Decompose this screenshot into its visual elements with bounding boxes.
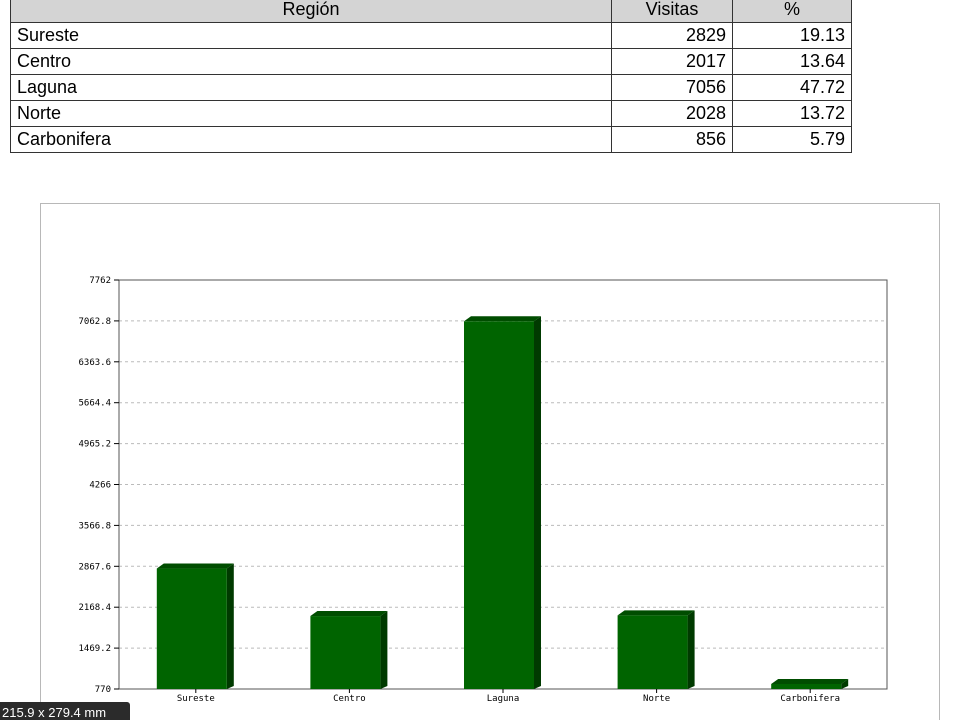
y-tick-label: 3566.8: [78, 521, 111, 531]
y-tick-label: 5664.4: [78, 399, 111, 409]
x-category-label: Laguna: [487, 694, 520, 704]
cell-percent: 13.64: [732, 48, 852, 75]
bar-top: [617, 610, 695, 616]
table-row: Centro 2017 13.64: [10, 48, 852, 75]
cell-region: Centro: [10, 48, 612, 75]
cell-visits: 7056: [611, 74, 733, 101]
bar: [771, 683, 842, 689]
header-percent: %: [732, 0, 852, 23]
bar: [464, 321, 534, 689]
table-row: Sureste 2829 19.13: [10, 22, 852, 49]
y-tick-label: 7762: [89, 276, 111, 286]
bar-sureste: [156, 563, 234, 689]
page: Región Visitas % Sureste 2829 19.13 Cent…: [0, 0, 960, 720]
x-category-label: Centro: [333, 694, 366, 704]
cell-region: Norte: [10, 100, 612, 127]
region-visits-table: Región Visitas % Sureste 2829 19.13 Cent…: [10, 0, 852, 153]
y-tick-label: 7062.8: [78, 317, 111, 327]
bar-laguna: [464, 316, 541, 689]
cell-region: Laguna: [10, 74, 612, 101]
bar-side: [226, 563, 234, 689]
y-tick-label: 1469.2: [78, 644, 111, 654]
y-tick-label: 4965.2: [78, 440, 111, 450]
x-category-label: Norte: [643, 694, 670, 704]
cell-visits: 856: [611, 126, 733, 153]
bar-top: [310, 611, 388, 617]
y-tick-label: 6363.6: [78, 358, 111, 368]
bar-top: [464, 316, 541, 322]
bar: [617, 615, 688, 689]
bar-norte: [617, 610, 695, 689]
chart-frame: 770 1469.2 2168.4 2867.6 3566.8 4266 4965.2 566…: [40, 203, 940, 720]
table-row: Carbonifera 856 5.79: [10, 126, 852, 153]
page-size-indicator: 215.9 x 279.4 mm: [0, 702, 130, 720]
bar-top: [156, 563, 234, 569]
cell-visits: 2017: [611, 48, 733, 75]
bar-side: [534, 316, 541, 689]
bar-centro: [310, 611, 388, 689]
x-category-label: Sureste: [177, 694, 215, 704]
bar-top: [771, 678, 849, 684]
cell-region: Sureste: [10, 22, 612, 49]
bar-chart: 770 1469.2 2168.4 2867.6 3566.8 4266 4965.2 566…: [78, 276, 888, 704]
table-row: Laguna 7056 47.72: [10, 74, 852, 101]
y-tick-label: 2168.4: [78, 603, 111, 613]
cell-visits: 2829: [611, 22, 733, 49]
cell-percent: 47.72: [732, 74, 852, 101]
cell-percent: 13.72: [732, 100, 852, 127]
cell-region: Carbonifera: [10, 126, 612, 153]
bar: [310, 616, 381, 689]
bar-side: [687, 610, 695, 689]
cell-percent: 5.79: [732, 126, 852, 153]
y-tick-label: 2867.6: [78, 562, 111, 572]
table-header-row: Región Visitas %: [10, 0, 852, 23]
bar-carbonifera: [771, 678, 849, 689]
table-row: Norte 2028 13.72: [10, 100, 852, 127]
x-category-label: Carbonifera: [780, 694, 840, 704]
header-region: Región: [10, 0, 612, 23]
bar: [156, 568, 227, 689]
header-visits: Visitas: [611, 0, 733, 23]
cell-percent: 19.13: [732, 22, 852, 49]
bar-side: [380, 611, 388, 689]
y-tick-label: 4266: [89, 481, 111, 491]
cell-visits: 2028: [611, 100, 733, 127]
y-tick-label: 770: [95, 685, 111, 695]
bars: [156, 316, 849, 689]
